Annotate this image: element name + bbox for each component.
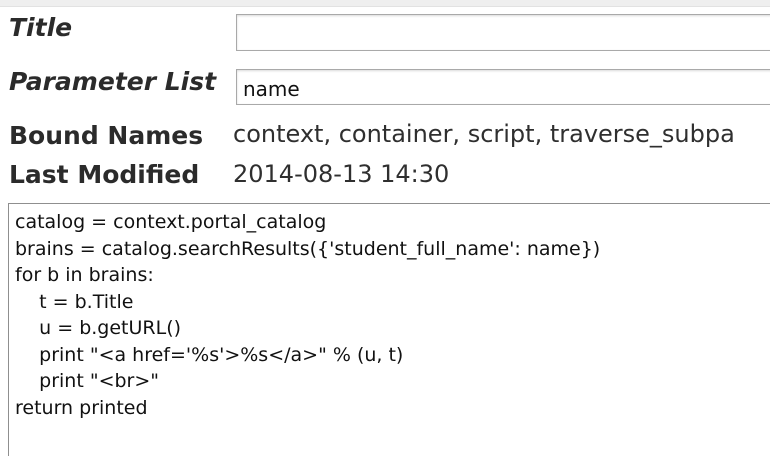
top-bar bbox=[0, 0, 770, 7]
last-modified-label: Last Modified bbox=[9, 160, 200, 189]
bound-names-label: Bound Names bbox=[9, 121, 204, 150]
last-modified-value: 2014-08-13 14:30 bbox=[233, 160, 450, 188]
bound-names-value: context, container, script, traverse_sub… bbox=[233, 120, 735, 148]
title-label: Title bbox=[9, 13, 73, 42]
code-line: catalog = context.portal_catalog bbox=[15, 211, 327, 233]
code-line: brains = catalog.searchResults({'student… bbox=[15, 237, 601, 260]
code-line: t = b.Title bbox=[15, 290, 134, 313]
code-line: print "<a href='%s'>%s</a>" % (u, t) bbox=[15, 343, 404, 366]
code-line: u = b.getURL() bbox=[15, 317, 182, 339]
code-editor[interactable]: catalog = context.portal_catalog brains … bbox=[8, 203, 770, 456]
parameter-list-input[interactable]: name bbox=[236, 69, 770, 105]
title-input[interactable] bbox=[236, 14, 770, 51]
parameter-list-label: Parameter List bbox=[9, 67, 217, 96]
code-line: for b in brains: bbox=[15, 264, 154, 286]
code-line: print "<br>" bbox=[15, 370, 160, 392]
code-line: return printed bbox=[15, 396, 148, 419]
